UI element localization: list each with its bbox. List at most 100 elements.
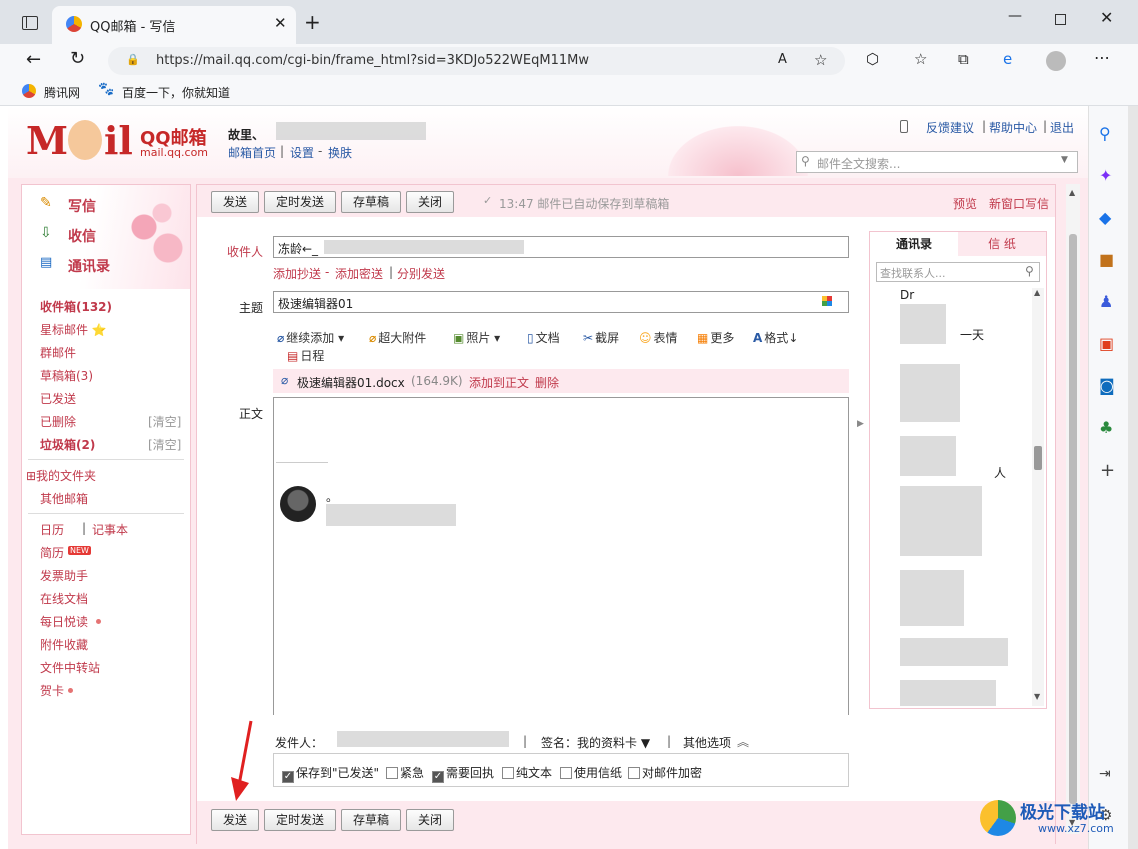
attachment-name[interactable]: 极速编辑器01.docx [297,374,405,391]
close-button[interactable]: 关闭 [406,191,454,213]
refresh-icon[interactable]: ↻ [70,48,85,69]
extensions-icon[interactable]: ⬡ [866,50,879,68]
nav-skin[interactable]: 换肤 [328,144,352,161]
search-icon[interactable]: ⚲ [1099,124,1111,143]
tool-resume[interactable]: 简历 [40,544,64,561]
read-aloud-icon[interactable]: A [778,52,787,67]
body-editor[interactable]: 。 [273,397,849,715]
subject-field[interactable]: 极速编辑器01 [273,291,849,313]
qqmail-logo[interactable]: M il QQ邮箱 mail.qq.com [26,116,216,166]
checkbox[interactable] [628,767,640,779]
more-icon[interactable]: ⋯ [1094,48,1110,67]
sidebar-collapse-icon[interactable]: ⇥ [1099,766,1111,782]
mail-search-box[interactable]: ⚲ 邮件全文搜索... ▼ [796,151,1078,173]
contact-fragment[interactable]: 一天 [960,326,984,343]
link-help[interactable]: 帮助中心 [989,119,1037,136]
folder-spam[interactable]: 垃圾箱(2) [40,436,95,453]
favorites-icon[interactable]: ☆ [914,50,927,68]
option-stationery[interactable]: 使用信纸 [560,764,622,781]
tab-contacts[interactable]: 通讯录 [870,232,958,256]
close-button-bottom[interactable]: 关闭 [406,809,454,831]
bookmark-tencent[interactable]: 腾讯网 [44,84,80,101]
minimize-icon[interactable]: — [1008,8,1022,24]
maximize-icon[interactable] [1055,14,1066,25]
tb-document[interactable]: ▯ 文档 [527,329,560,346]
option-receipt[interactable]: ✓ 需要回执 [432,764,494,783]
phone-icon[interactable] [900,120,908,133]
tool-docs[interactable]: 在线文档 [40,590,88,607]
games-icon[interactable]: ♟ [1099,292,1113,311]
tb-schedule[interactable]: ▤ 日程 [287,347,324,364]
send-button-bottom[interactable]: 发送 [211,809,259,831]
folder-starred[interactable]: 星标邮件 ⭐ [40,321,107,338]
contact-fragment[interactable]: Dr [900,288,914,302]
favorite-add-icon[interactable]: ☆ [814,51,827,69]
tb-photo[interactable]: ▣ 照片 ▾ [453,329,500,346]
tb-large-attach[interactable]: ⌀ 超大附件 [369,329,426,346]
delete-attachment-link[interactable]: 删除 [535,374,559,391]
preview-link[interactable]: 预览 [953,195,977,212]
save-draft-button[interactable]: 存草稿 [341,191,401,213]
edge-icon[interactable]: e [1003,50,1012,68]
recipient-chip[interactable]: 冻龄←_ [278,240,318,257]
scroll-up-icon[interactable]: ▲ [1069,188,1075,197]
separate-send-link[interactable]: 分别发送 [397,265,445,282]
page-scrollbar[interactable]: ▲ ▼ [1066,184,1080,834]
browser-tab[interactable]: QQ邮箱 - 写信 ✕ [52,6,296,44]
to-field[interactable]: 冻龄←_ [273,236,849,258]
schedule-send-button-bottom[interactable]: 定时发送 [264,809,336,831]
option-urgent[interactable]: 紧急 [386,764,424,781]
add-cc-link[interactable]: 添加抄送 [273,265,321,282]
link-feedback[interactable]: 反馈建议 [926,119,974,136]
receive-button[interactable]: 收信 [68,226,96,246]
folder-sent[interactable]: 已发送 [40,390,76,407]
link-logout[interactable]: 退出 [1050,119,1074,136]
profile-avatar[interactable] [1046,51,1066,71]
other-mailboxes[interactable]: 其他邮箱 [40,490,88,507]
tab-stationery[interactable]: 信 纸 [958,232,1046,256]
add-to-body-link[interactable]: 添加到正文 [469,374,529,391]
office-icon[interactable]: ▣ [1099,334,1114,353]
option-encrypt[interactable]: 对邮件加密 [628,764,702,781]
expand-contacts-icon[interactable]: ▶ [857,419,864,429]
outlook-icon[interactable]: ◙ [1099,376,1115,395]
tools-icon[interactable]: ■ [1099,250,1114,269]
back-icon[interactable]: ← [26,49,41,70]
contacts-scrollbar[interactable]: ▲ ▼ [1032,288,1044,706]
contact-search[interactable]: 查找联系人... ⚲ [876,262,1040,282]
tool-notes[interactable]: 记事本 [92,521,128,538]
folder-deleted[interactable]: 已删除 [40,413,76,430]
tool-calendar[interactable]: 日历 [40,521,64,538]
schedule-send-button[interactable]: 定时发送 [264,191,336,213]
compose-button[interactable]: 写信 [68,196,96,216]
bookmark-baidu[interactable]: 百度一下，你就知道 [122,84,230,101]
checkbox-checked[interactable]: ✓ [282,771,294,783]
tb-continue-add[interactable]: ⌀ 继续添加 ▾ [277,329,344,346]
folder-group[interactable]: 群邮件 [40,344,76,361]
other-options-toggle[interactable]: 其他选项 [683,734,731,751]
new-tab-icon[interactable]: + [304,10,321,34]
color-grid-icon[interactable] [822,296,832,306]
shopping-icon[interactable]: ◆ [1099,208,1111,227]
scroll-up-icon[interactable]: ▲ [1034,288,1040,297]
add-sidebar-icon[interactable]: + [1100,460,1115,481]
save-draft-button-bottom[interactable]: 存草稿 [341,809,401,831]
tb-emoji[interactable]: ☺ 表情 [639,329,678,346]
add-bcc-link[interactable]: 添加密送 [335,265,383,282]
option-plain-text[interactable]: 纯文本 [502,764,552,781]
contacts-button[interactable]: 通讯录 [68,256,110,276]
clear-deleted-link[interactable]: [清空] [148,413,181,430]
tool-cards[interactable]: 贺卡 [40,682,64,699]
scroll-down-icon[interactable]: ▼ [1034,692,1040,701]
scroll-thumb[interactable] [1069,234,1077,804]
contact-fragment[interactable]: 人 [994,464,1006,481]
nav-mail-home[interactable]: 邮箱首页 [228,144,276,161]
close-window-icon[interactable]: ✕ [1100,8,1113,27]
checkbox[interactable] [502,767,514,779]
tb-more[interactable]: ▦ 更多 [697,329,734,346]
copilot-icon[interactable]: ✦ [1099,166,1112,185]
signature-select[interactable]: 签名：我的资料卡 ▼ [541,734,650,751]
sidebar-toggle-icon[interactable] [22,16,38,30]
tb-format[interactable]: A 格式↓ [753,329,798,346]
address-bar[interactable]: 🔒 https://mail.qq.com/cgi-bin/frame_html… [108,47,845,75]
